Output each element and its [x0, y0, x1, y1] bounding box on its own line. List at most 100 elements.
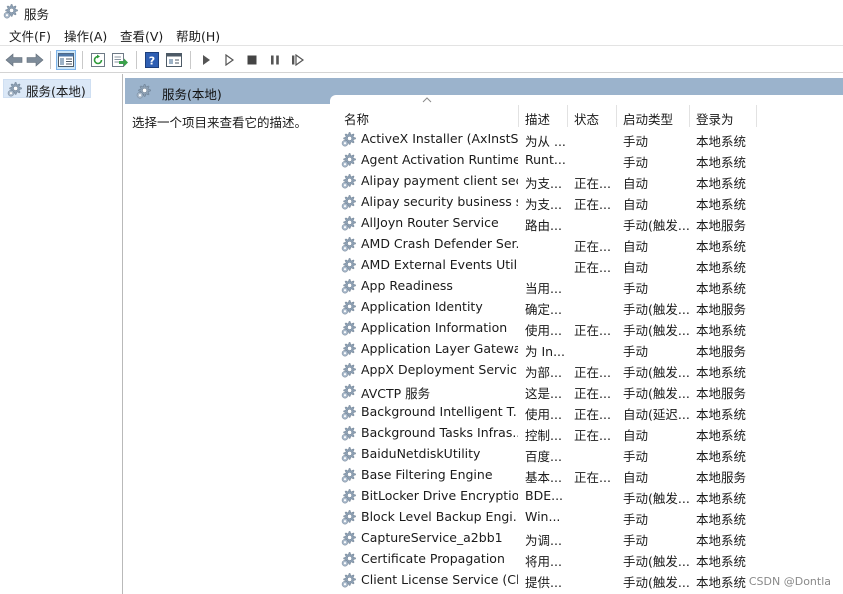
service-startup-type: 手动(触发... — [623, 365, 689, 380]
table-row[interactable]: Block Level Backup Engi... Win... 手动 本地系统 — [330, 507, 843, 528]
table-row[interactable]: Background Intelligent T... 使用... 正在... 自动(… — [330, 402, 843, 423]
table-row[interactable]: AMD Crash Defender Ser... 正在... 自动 本地系统 — [330, 234, 843, 255]
table-row[interactable]: Base Filtering Engine 基本... 正在... 自动 本地服务 — [330, 465, 843, 486]
gear-icon — [341, 509, 357, 525]
pane-title: 服务(本地) — [162, 87, 222, 102]
table-row[interactable]: Background Tasks Infras... 控制... 正在... 自动 本地… — [330, 423, 843, 444]
service-description: 控制... — [525, 428, 562, 443]
service-startup-type: 自动 — [623, 470, 649, 485]
start-paused-service-button[interactable] — [219, 50, 239, 70]
table-row[interactable]: Application Information 使用... 正在... 手动(触发..… — [330, 318, 843, 339]
tree-item-services-local[interactable]: 服务(本地) — [3, 79, 91, 99]
column-divider[interactable] — [689, 105, 690, 127]
gear-icon — [136, 83, 152, 99]
column-divider[interactable] — [756, 105, 757, 127]
restart-service-button[interactable] — [288, 50, 308, 70]
column-header-status[interactable]: 状态 — [574, 109, 599, 128]
table-row[interactable]: AVCTP 服务 这是... 正在... 手动(触发... 本地服务 — [330, 381, 843, 402]
table-row[interactable]: Agent Activation Runtime... Runt... 手动 本地系统 — [330, 150, 843, 171]
menu-view[interactable]: 查看(V) — [120, 26, 163, 45]
table-row[interactable]: BaiduNetdiskUtility 百度... 手动 本地系统 — [330, 444, 843, 465]
export-list-button[interactable] — [110, 50, 130, 70]
service-name: AMD Crash Defender Ser... — [361, 236, 518, 251]
gear-icon — [341, 572, 357, 588]
table-row[interactable]: Certificate Propagation 将用... 手动(触发... 本地系统 — [330, 549, 843, 570]
menu-help[interactable]: 帮助(H) — [176, 26, 220, 45]
table-row[interactable]: AppX Deployment Servic... 为部... 正在... 手动(触发… — [330, 360, 843, 381]
gear-icon — [341, 320, 357, 336]
toolbar: ? — [0, 45, 843, 73]
service-log-on-as: 本地系统 — [696, 491, 747, 506]
service-description: BDE... — [525, 488, 564, 503]
service-startup-type: 手动(触发... — [623, 554, 689, 569]
properties-icon — [166, 53, 182, 67]
help-button[interactable]: ? — [142, 50, 162, 70]
table-row[interactable]: Alipay payment client sec... 为支... 正在... 自动… — [330, 171, 843, 192]
service-log-on-as: 本地系统 — [696, 512, 747, 527]
service-description: 基本... — [525, 470, 562, 485]
service-status: 正在... — [574, 176, 611, 191]
title-bar: 服务 — [0, 0, 843, 23]
service-description: 为支... — [525, 176, 562, 191]
service-name: App Readiness — [361, 278, 453, 293]
back-button[interactable] — [4, 50, 24, 70]
details-pane: 服务(本地) 选择一个项目来查看它的描述。 名称 描述 状态 启动类型 登录为 … — [125, 74, 843, 594]
gear-icon — [341, 278, 357, 294]
service-description: 使用... — [525, 323, 562, 338]
service-name: Agent Activation Runtime... — [361, 152, 518, 167]
service-description: 将用... — [525, 554, 562, 569]
table-row[interactable]: AMD External Events Utility 正在... 自动 本地系统 — [330, 255, 843, 276]
service-description: 确定... — [525, 302, 562, 317]
service-name: Alipay payment client sec... — [361, 173, 518, 188]
toolbar-separator — [82, 51, 83, 69]
service-startup-type: 手动(触发... — [623, 575, 689, 590]
service-name: Certificate Propagation — [361, 551, 505, 566]
column-header-description[interactable]: 描述 — [525, 109, 550, 128]
table-row[interactable]: CaptureService_a2bb1 为调... 手动 本地系统 — [330, 528, 843, 549]
column-divider[interactable] — [518, 105, 519, 127]
gear-icon — [341, 299, 357, 315]
service-startup-type: 自动 — [623, 239, 649, 254]
forward-button[interactable] — [25, 50, 45, 70]
column-header-name[interactable]: 名称 — [344, 109, 369, 128]
properties-button[interactable] — [164, 50, 184, 70]
service-log-on-as: 本地系统 — [696, 554, 747, 569]
menu-file[interactable]: 文件(F) — [9, 26, 51, 45]
service-status: 正在... — [574, 323, 611, 338]
column-divider[interactable] — [616, 105, 617, 127]
service-log-on-as: 本地系统 — [696, 155, 747, 170]
column-divider[interactable] — [567, 105, 568, 127]
table-row[interactable]: ActiveX Installer (AxInstSV) 为从 ... 手动 本地系统 — [330, 129, 843, 150]
pause-service-button[interactable] — [265, 50, 285, 70]
refresh-button[interactable] — [88, 50, 108, 70]
stop-service-button[interactable] — [242, 50, 262, 70]
service-log-on-as: 本地系统 — [696, 365, 747, 380]
column-header-log-on-as[interactable]: 登录为 — [696, 109, 734, 128]
service-description: 提供... — [525, 575, 562, 590]
gear-icon — [341, 173, 357, 189]
service-status: 正在... — [574, 428, 611, 443]
table-row[interactable]: Application Layer Gatewa... 为 In... 手动 本地服务 — [330, 339, 843, 360]
service-log-on-as: 本地系统 — [696, 281, 747, 296]
table-row[interactable]: Alipay security business s... 为支... 正在... 自… — [330, 192, 843, 213]
sort-ascending-icon — [422, 97, 432, 103]
service-description: Win... — [525, 509, 561, 524]
show-console-tree-button[interactable] — [56, 50, 76, 70]
table-row[interactable]: Application Identity 确定... 手动(触发... 本地服务 — [330, 297, 843, 318]
service-log-on-as: 本地系统 — [696, 134, 747, 149]
svg-text:?: ? — [149, 55, 155, 68]
table-row[interactable]: BitLocker Drive Encryptio... BDE... 手动(触发.… — [330, 486, 843, 507]
menu-action[interactable]: 操作(A) — [64, 26, 107, 45]
column-header-startup-type[interactable]: 启动类型 — [623, 109, 673, 128]
service-description: 为调... — [525, 533, 562, 548]
service-description: 百度... — [525, 449, 562, 464]
service-startup-type: 自动 — [623, 197, 649, 212]
start-service-button[interactable] — [196, 50, 216, 70]
table-row[interactable]: AllJoyn Router Service 路由... 手动(触发... 本地服务 — [330, 213, 843, 234]
service-description: 当用... — [525, 281, 562, 296]
service-name: ActiveX Installer (AxInstSV) — [361, 131, 518, 146]
console-tree-icon — [58, 53, 74, 67]
table-row[interactable]: App Readiness 当用... 手动 本地系统 — [330, 276, 843, 297]
service-name: AppX Deployment Servic... — [361, 362, 518, 377]
service-description: 这是... — [525, 386, 562, 401]
